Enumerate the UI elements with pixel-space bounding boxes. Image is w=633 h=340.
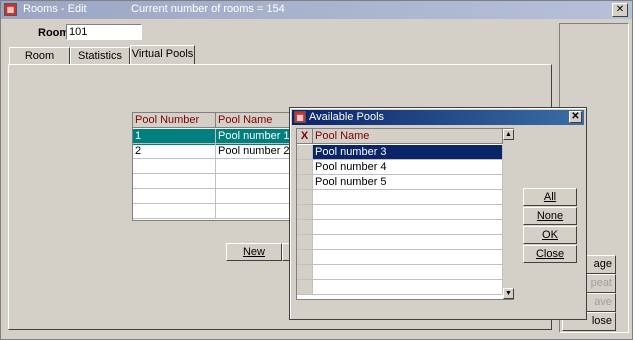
list-item[interactable]: Pool number 4 xyxy=(297,160,513,176)
list-scrollbar[interactable]: ▲ ▼ xyxy=(503,129,514,299)
row-selector[interactable] xyxy=(297,160,313,175)
dialog-title: Available Pools xyxy=(309,111,385,123)
available-pools-dialog: ▦ Available Pools ✕ X Pool Name Pool num… xyxy=(289,107,587,320)
table-row[interactable]: 1 Pool number 1 xyxy=(133,129,303,145)
pool-name-cell: Pool number 4 xyxy=(313,160,503,175)
list-item-empty[interactable] xyxy=(297,265,513,281)
row-selector[interactable] xyxy=(297,175,313,190)
all-button[interactable]: All xyxy=(523,188,577,206)
close-icon: ✕ xyxy=(615,4,625,15)
close-icon: ✕ xyxy=(571,111,580,122)
list-item-empty[interactable] xyxy=(297,250,513,266)
scroll-up-icon[interactable]: ▲ xyxy=(503,129,514,140)
row-selector[interactable] xyxy=(297,145,313,160)
available-pools-list[interactable]: X Pool Name Pool number 3 Pool number 4 … xyxy=(296,128,514,300)
new-button[interactable]: New xyxy=(226,243,282,261)
ok-button[interactable]: OK xyxy=(523,226,577,244)
pool-number-cell: 1 xyxy=(133,129,216,144)
table-row-empty[interactable] xyxy=(133,174,303,190)
list-item-empty[interactable] xyxy=(297,220,513,236)
list-item-empty[interactable] xyxy=(297,190,513,206)
table-row-empty[interactable] xyxy=(133,189,303,205)
dialog-titlebar[interactable]: ▦ Available Pools ✕ xyxy=(292,110,584,125)
list-item[interactable]: Pool number 5 xyxy=(297,175,513,191)
pools-table[interactable]: Pool Number Pool Name 1 Pool number 1 2 … xyxy=(132,112,303,221)
tab-virtual-pools[interactable]: Virtual Pools xyxy=(130,45,195,65)
dialog-close-button[interactable]: ✕ xyxy=(569,111,582,123)
tab-room[interactable]: Room xyxy=(9,47,70,65)
scroll-down-icon[interactable]: ▼ xyxy=(503,288,514,299)
table-row-empty[interactable] xyxy=(133,204,303,220)
room-label: Room xyxy=(38,27,70,39)
list-item-empty[interactable] xyxy=(297,235,513,251)
list-item-empty[interactable] xyxy=(297,205,513,221)
table-row-empty[interactable] xyxy=(133,159,303,175)
app-icon: ▦ xyxy=(294,111,306,123)
select-column-header[interactable]: X xyxy=(297,129,313,144)
pool-number-cell: 2 xyxy=(133,144,216,159)
pool-name-cell: Pool number 5 xyxy=(313,175,503,190)
pool-name-cell: Pool number 3 xyxy=(313,145,503,160)
window-title: Rooms - Edit xyxy=(23,3,87,15)
none-button[interactable]: None xyxy=(523,207,577,225)
app-icon: ▦ xyxy=(4,3,17,16)
window-close-button[interactable]: ✕ xyxy=(612,3,628,17)
tab-statistics[interactable]: Statistics xyxy=(70,47,130,65)
list-item[interactable]: Pool number 3 xyxy=(297,145,513,161)
table-row[interactable]: 2 Pool number 2 xyxy=(133,144,303,160)
column-header-pool-name[interactable]: Pool Name xyxy=(313,129,503,144)
window-subtitle: Current number of rooms = 154 xyxy=(131,3,285,15)
column-header-pool-number[interactable]: Pool Number xyxy=(133,113,216,128)
window-titlebar[interactable]: ▦ Rooms - Edit Current number of rooms =… xyxy=(1,1,632,19)
close-button[interactable]: Close xyxy=(523,245,577,263)
room-input[interactable]: 101 xyxy=(66,24,142,40)
list-item-empty[interactable] xyxy=(297,280,513,296)
